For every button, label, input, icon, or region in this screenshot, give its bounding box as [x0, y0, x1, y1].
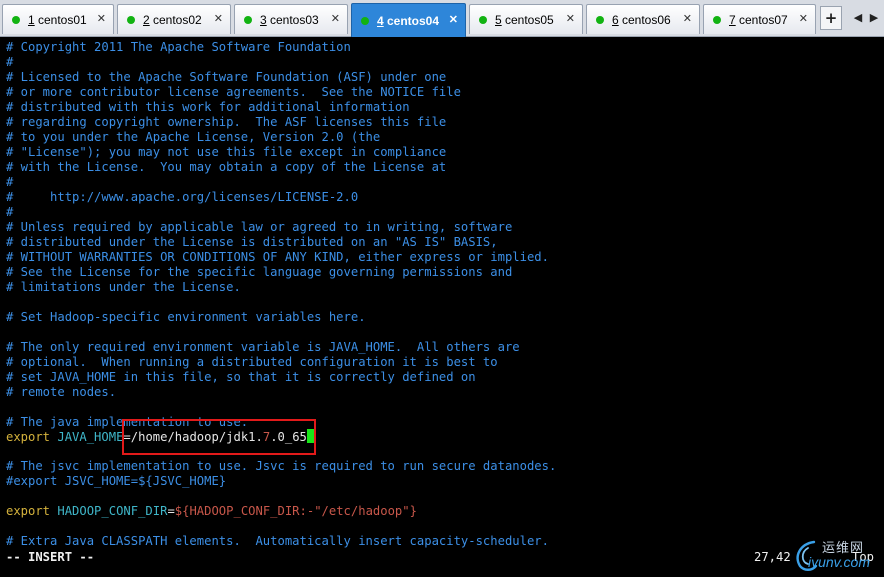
connected-status-icon [713, 16, 721, 24]
connected-status-icon [361, 17, 369, 25]
tab-close-icon[interactable]: ✕ [566, 12, 575, 25]
closing-brace: } [409, 504, 417, 518]
editor-line: # distributed with this work for additio… [6, 100, 410, 114]
export-keyword: export [6, 504, 58, 518]
tab-centos03[interactable]: 3 centos03 ✕ [234, 4, 348, 34]
connected-status-icon [12, 16, 20, 24]
tab-close-icon[interactable]: ✕ [97, 12, 106, 25]
default-path-string: "/etc/hadoop" [314, 504, 410, 518]
java-home-variable: JAVA_HOME [57, 430, 124, 444]
editor-line: # limitations under the License. [6, 280, 241, 294]
tab-centos05[interactable]: 5 centos05 ✕ [469, 4, 583, 34]
new-tab-button[interactable]: + [820, 6, 842, 30]
editor-line: # The only required environment variable… [6, 340, 520, 354]
variable-reference: ${HADOOP_CONF_DIR:- [174, 504, 315, 518]
annotation-highlight-box [122, 419, 316, 455]
editor-line: # distributed under the License is distr… [6, 235, 498, 249]
editor-line: # regarding copyright ownership. The ASF… [6, 115, 447, 129]
tab-close-icon[interactable]: ✕ [449, 13, 458, 26]
tab-centos07[interactable]: 7 centos07 ✕ [703, 4, 816, 34]
cursor-position: 27,42 [754, 550, 791, 564]
tab-label: centos03 [270, 13, 319, 27]
editor-line: # remote nodes. [6, 385, 117, 399]
tab-number: 7 [729, 13, 736, 27]
connected-status-icon [127, 16, 135, 24]
editor-line: # to you under the Apache License, Versi… [6, 130, 381, 144]
connected-status-icon [596, 16, 604, 24]
editor-line: # See the License for the specific langu… [6, 265, 513, 279]
vim-mode-indicator: -- INSERT -- [6, 550, 95, 564]
terminal-editor-area[interactable]: # Copyright 2011 The Apache Software Fou… [0, 37, 884, 577]
tab-number: 5 [495, 13, 502, 27]
tab-label: centos04 [387, 14, 440, 28]
jsvc-comment-line: # The jsvc implementation to use. Jsvc i… [6, 459, 557, 473]
tab-close-icon[interactable]: ✕ [683, 12, 692, 25]
tab-centos04[interactable]: 4 centos04 ✕ [351, 3, 466, 37]
watermark-url: iyunv.com [808, 554, 870, 570]
tab-label: centos01 [38, 13, 87, 27]
hadoop-conf-export-line: export HADOOP_CONF_DIR=${HADOOP_CONF_DIR… [6, 504, 417, 519]
equals-sign: = [167, 504, 175, 518]
editor-line: # with the License. You may obtain a cop… [6, 160, 447, 174]
editor-line: # WITHOUT WARRANTIES OR CONDITIONS OF AN… [6, 250, 549, 264]
tab-label: centos06 [622, 13, 671, 27]
editor-line: # Unless required by applicable law or a… [6, 220, 513, 234]
tab-number: 6 [612, 13, 619, 27]
editor-line: # Set Hadoop-specific environment variab… [6, 310, 366, 324]
editor-line: # or more contributor license agreements… [6, 85, 461, 99]
tab-close-icon[interactable]: ✕ [331, 12, 340, 25]
tab-label: centos05 [505, 13, 554, 27]
editor-line: # Licensed to the Apache Software Founda… [6, 70, 447, 84]
tab-centos01[interactable]: 1 centos01 ✕ [2, 4, 114, 34]
tab-centos06[interactable]: 6 centos06 ✕ [586, 4, 700, 34]
jsvc-export-line: #export JSVC_HOME=${JSVC_HOME} [6, 474, 227, 488]
site-watermark: 运维网 iyunv.com [792, 536, 878, 574]
editor-line: # http://www.apache.org/licenses/LICENSE… [6, 190, 359, 204]
export-keyword: export [6, 430, 58, 444]
tab-number: 1 [28, 13, 35, 27]
editor-line: # [6, 205, 14, 219]
tab-label: centos07 [739, 13, 788, 27]
editor-line: # [6, 55, 14, 69]
tab-label: centos02 [153, 13, 202, 27]
tab-centos02[interactable]: 2 centos02 ✕ [117, 4, 231, 34]
hadoop-conf-dir-variable: HADOOP_CONF_DIR [57, 504, 168, 518]
tab-number: 3 [260, 13, 267, 27]
session-tab-bar: 1 centos01 ✕ 2 centos02 ✕ 3 centos03 ✕ 4… [0, 0, 884, 37]
editor-line: # optional. When running a distributed c… [6, 355, 498, 369]
tab-close-icon[interactable]: ✕ [799, 12, 808, 25]
editor-line: # "License"); you may not use this file … [6, 145, 447, 159]
editor-line: # Copyright 2011 The Apache Software Fou… [6, 40, 351, 54]
editor-line: # set JAVA_HOME in this file, so that it… [6, 370, 476, 384]
tab-number: 2 [143, 13, 150, 27]
tab-close-icon[interactable]: ✕ [214, 12, 223, 25]
tab-number: 4 [377, 14, 384, 28]
editor-line: # [6, 175, 14, 189]
classpath-comment-line: # Extra Java CLASSPATH elements. Automat… [6, 534, 549, 548]
scroll-tabs-right-icon[interactable]: ▶ [864, 6, 884, 30]
connected-status-icon [244, 16, 252, 24]
connected-status-icon [479, 16, 487, 24]
